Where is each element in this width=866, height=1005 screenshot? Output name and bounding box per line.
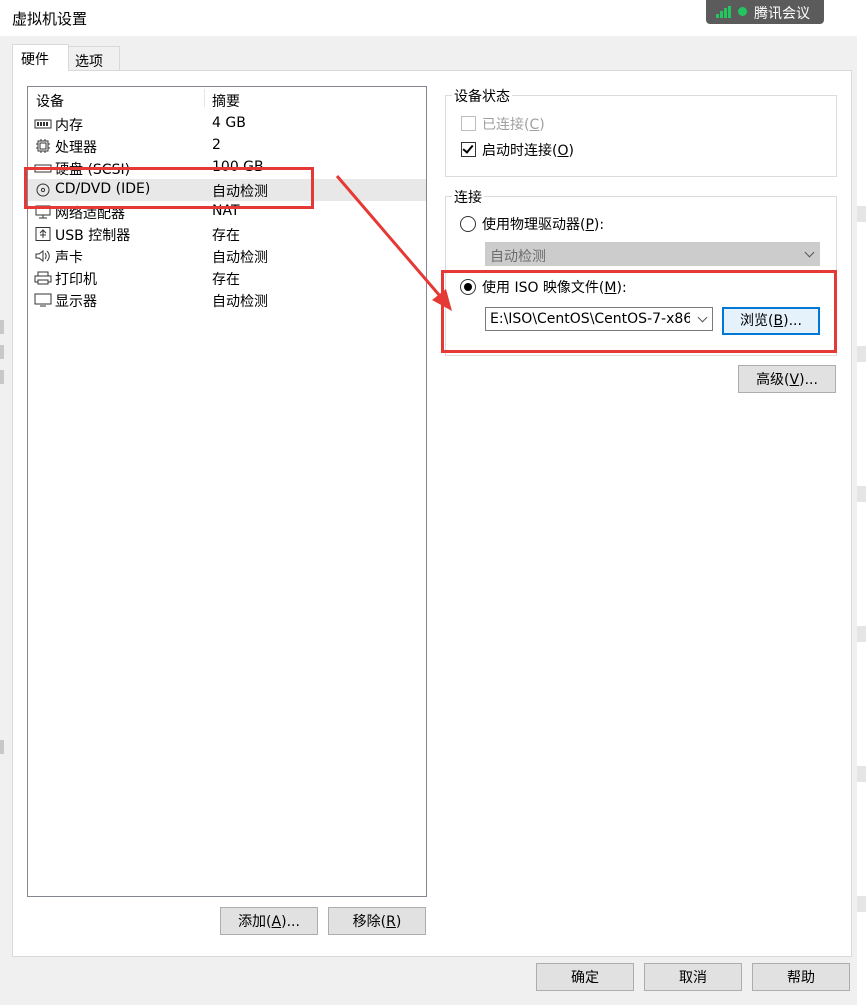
tab-label: 硬件 [21,52,49,68]
annotation-arrow [335,175,452,311]
tab-hardware[interactable]: 硬件 [12,44,69,71]
